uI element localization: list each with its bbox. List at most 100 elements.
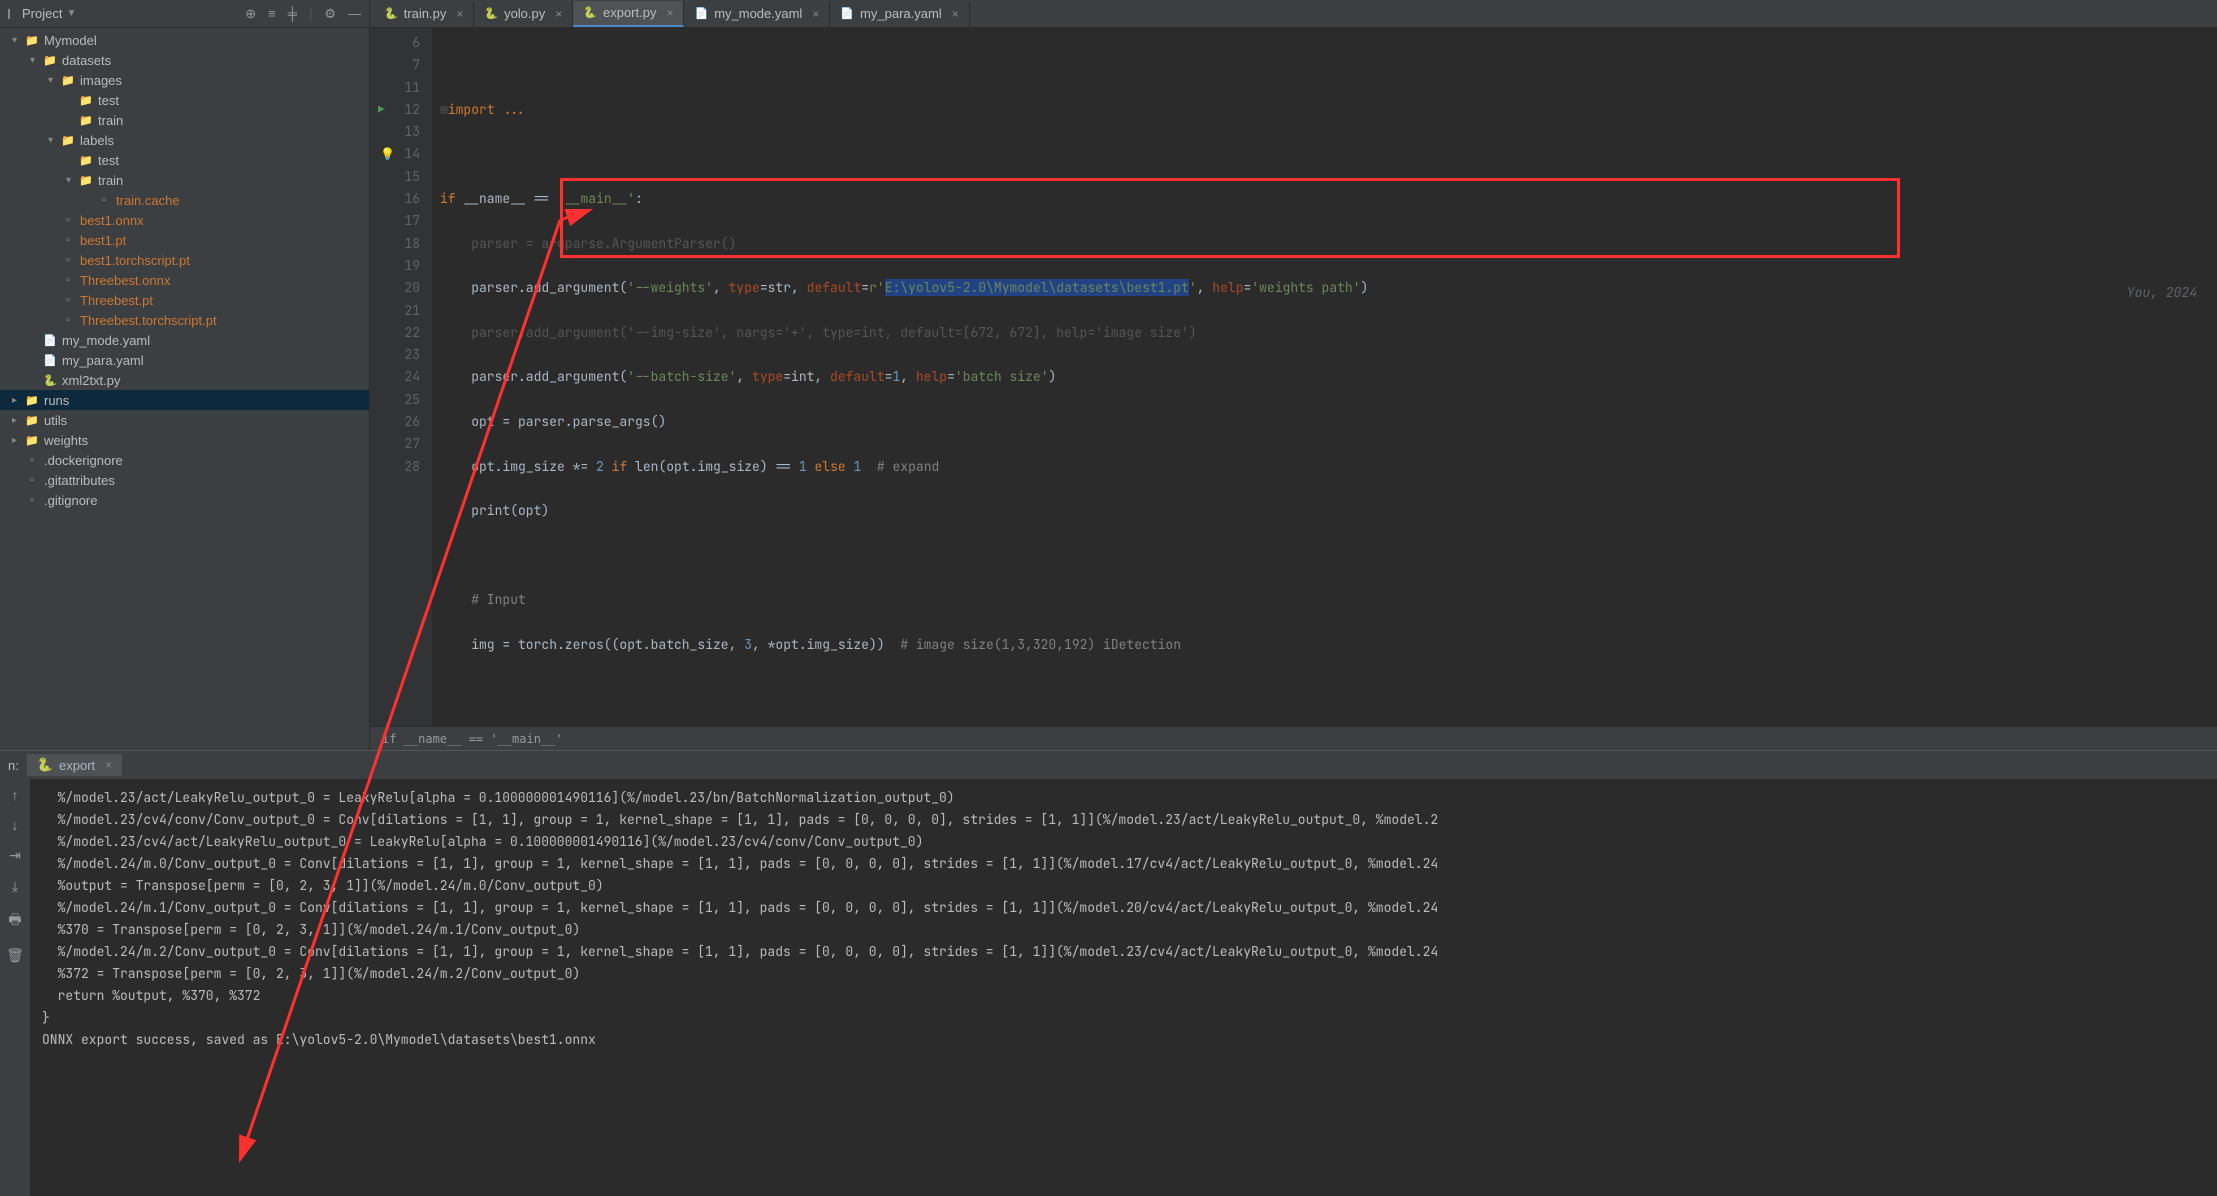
editor-content[interactable]: 671112▶1314💡1516171819202122232425262728…	[370, 28, 2217, 726]
expand-icon[interactable]: ≡	[268, 6, 276, 22]
line-number: 17	[370, 210, 420, 232]
tree-label: datasets	[62, 53, 111, 68]
tab-label: train.py	[404, 6, 447, 21]
tree-item[interactable]: 📄my_para.yaml	[0, 350, 369, 370]
close-icon[interactable]: ×	[105, 758, 112, 772]
console-line: %/model.23/act/LeakyRelu_output_0 = Leak…	[42, 787, 2205, 809]
run-tab-label: export	[59, 758, 95, 773]
line-number: 28	[370, 456, 420, 478]
tree-label: runs	[44, 393, 69, 408]
tree-arrow-icon: ▾	[30, 55, 42, 66]
tree-item[interactable]: 📄my_mode.yaml	[0, 330, 369, 350]
tree-item[interactable]: ▾📁 datasets	[0, 50, 369, 70]
tab-label: my_para.yaml	[860, 6, 942, 21]
import-statement: import ...	[448, 101, 526, 118]
close-icon[interactable]: ×	[555, 7, 562, 21]
line-number: 27	[370, 433, 420, 455]
tree-item[interactable]: ▫best1.onnx	[0, 210, 369, 230]
run-name-prefix: n:	[8, 758, 19, 773]
py-icon: 🐍	[484, 7, 498, 20]
line-number: 13	[370, 121, 420, 143]
editor-tab[interactable]: 🐍export.py×	[573, 1, 684, 27]
project-tree[interactable]: ▾📁Mymodel▾📁datasets▾📁images📁test📁train▾📁…	[0, 28, 369, 750]
tree-item[interactable]: ▫.gitignore	[0, 490, 369, 510]
tree-item[interactable]: ▸📁runs	[0, 390, 369, 410]
down-arrow-icon[interactable]: ↓	[12, 817, 19, 833]
tree-item[interactable]: ▫Threebest.onnx	[0, 270, 369, 290]
folder-icon: 📁	[24, 434, 40, 447]
hide-icon[interactable]: —	[348, 6, 361, 22]
tree-item[interactable]: 📁train	[0, 110, 369, 130]
tab-label: my_mode.yaml	[714, 6, 802, 21]
console-line: %/model.24/m.0/Conv_output_0 = Conv[dila…	[42, 853, 2205, 875]
close-icon[interactable]: ×	[666, 6, 673, 20]
close-icon[interactable]: ×	[812, 7, 819, 21]
folder-icon: 📁	[24, 34, 40, 47]
console-line: %/model.24/m.2/Conv_output_0 = Conv[dila…	[42, 941, 2205, 963]
tree-item[interactable]: ▾📁train	[0, 170, 369, 190]
tree-label: Threebest.torchscript.pt	[80, 313, 217, 328]
tree-item[interactable]: ▾📁Mymodel	[0, 30, 369, 50]
editor-tab[interactable]: 🐍yolo.py×	[474, 1, 573, 27]
tree-label: best1.pt	[80, 233, 126, 248]
console-line: ONNX export success, saved as E:\yolov5-…	[42, 1029, 2205, 1051]
close-icon[interactable]: ×	[456, 7, 463, 21]
yaml-icon: 📄	[840, 7, 854, 20]
code-editor[interactable]: ⊞import ... if __name__ == '__main__': p…	[432, 28, 2217, 726]
tree-item[interactable]: ▫best1.pt	[0, 230, 369, 250]
dropdown-arrow-icon: ▼	[66, 8, 76, 19]
tree-item[interactable]: ▫Threebest.pt	[0, 290, 369, 310]
print-icon[interactable]: 🖶	[8, 909, 21, 933]
gear-icon[interactable]: ⚙	[324, 6, 336, 22]
folder-icon: 📁	[60, 74, 76, 87]
tree-item[interactable]: ▸📁utils	[0, 410, 369, 430]
line-number: 19	[370, 255, 420, 277]
tree-item[interactable]: ▾📁images	[0, 70, 369, 90]
tree-item[interactable]: ▫best1.torchscript.pt	[0, 250, 369, 270]
locate-icon[interactable]: ⊕	[245, 6, 256, 22]
tree-item[interactable]: ▾📁labels	[0, 130, 369, 150]
console-line: %output = Transpose[perm = [0, 2, 3, 1]]…	[42, 875, 2205, 897]
tree-label: test	[98, 93, 119, 108]
editor-tab-bar: 🐍train.py×🐍yolo.py×🐍export.py×📄my_mode.y…	[370, 0, 2217, 28]
tree-item[interactable]: 🐍xml2txt.py	[0, 370, 369, 390]
py-icon: 🐍	[384, 7, 398, 20]
run-tab[interactable]: 🐍 export ×	[27, 754, 122, 776]
tree-label: .dockerignore	[44, 453, 123, 468]
scroll-end-icon[interactable]: ⤓	[12, 878, 18, 895]
close-icon[interactable]: ×	[952, 7, 959, 21]
editor-tab[interactable]: 📄 my_para.yaml ×	[830, 1, 969, 27]
tree-arrow-icon: ▾	[12, 35, 24, 46]
editor-tab[interactable]: 🐍 train.py ×	[374, 1, 474, 27]
project-dropdown-icon	[8, 9, 18, 19]
file-icon: ▫	[60, 314, 76, 326]
tree-arrow-icon: ▾	[48, 75, 60, 86]
soft-wrap-icon[interactable]: ⇥	[9, 847, 21, 864]
tree-item[interactable]: 📁test	[0, 150, 369, 170]
editor-tab[interactable]: 📄my_mode.yaml×	[684, 1, 830, 27]
tree-item[interactable]: ▫.gitattributes	[0, 470, 369, 490]
project-panel: Project ▼ ⊕ ≡ ╪ | ⚙ — ▾📁Mymodel▾📁dataset…	[0, 0, 370, 750]
collapse-icon[interactable]: ╪	[288, 6, 297, 22]
tree-item[interactable]: ▫ Threebest.torchscript.pt	[0, 310, 369, 330]
tree-arrow-icon: ▾	[66, 175, 78, 186]
tree-item[interactable]: ▫.dockerignore	[0, 450, 369, 470]
project-title[interactable]: Project ▼	[8, 6, 76, 21]
folder-icon: 📁	[42, 54, 58, 67]
up-arrow-icon[interactable]: ↑	[12, 787, 19, 803]
run-line-icon[interactable]: ▶	[378, 99, 385, 121]
folder-icon: 📁	[78, 114, 94, 127]
bulb-icon[interactable]: 💡	[380, 143, 395, 165]
console-output[interactable]: %/model.23/act/LeakyRelu_output_0 = Leak…	[30, 779, 2217, 1196]
line-number: 15	[370, 166, 420, 188]
console-line: %/model.23/cv4/act/LeakyRelu_output_0 = …	[42, 831, 2205, 853]
console-line: %370 = Transpose[perm = [0, 2, 3, 1]](%/…	[42, 919, 2205, 941]
line-number: 6	[370, 32, 420, 54]
tree-item[interactable]: ▸📁weights	[0, 430, 369, 450]
tree-label: labels	[80, 133, 114, 148]
run-panel: n: 🐍 export × ↑ ↓ ⇥ ⤓ 🖶 🗑 %/model.23/act…	[0, 750, 2217, 1196]
tree-item[interactable]: 📁test	[0, 90, 369, 110]
breadcrumb[interactable]: if __name__ == '__main__'	[370, 726, 2217, 750]
trash-icon[interactable]: 🗑	[6, 947, 24, 964]
tree-item[interactable]: ▫train.cache	[0, 190, 369, 210]
